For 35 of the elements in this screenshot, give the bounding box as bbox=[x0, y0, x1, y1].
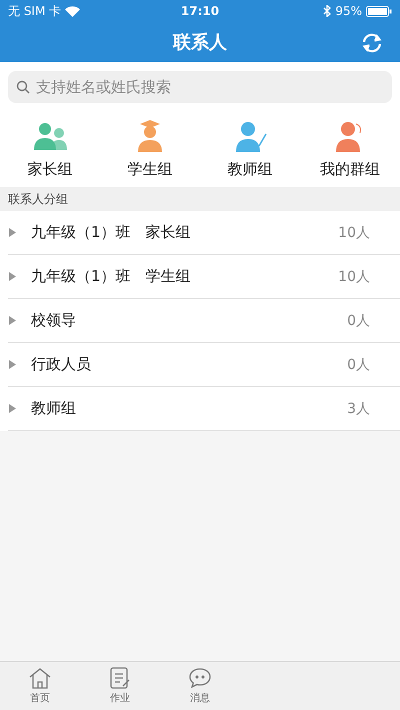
member-count: 3人 bbox=[347, 400, 370, 418]
group-name: 校领导 bbox=[31, 311, 77, 330]
notepad-icon bbox=[108, 667, 132, 689]
wifi-icon bbox=[65, 6, 80, 16]
member-count: 0人 bbox=[347, 356, 370, 374]
group-shortcut[interactable]: 我的群组 bbox=[300, 118, 400, 179]
group-name: 教师组 bbox=[31, 399, 77, 418]
tab-item[interactable]: 作业 bbox=[80, 662, 160, 710]
search-field[interactable]: 支持姓名或姓氏搜索 bbox=[8, 71, 392, 103]
member-count: 10人 bbox=[338, 224, 370, 242]
group-name: 九年级（1）班 学生组 bbox=[31, 267, 192, 286]
group-shortcut[interactable]: 教师组 bbox=[200, 118, 300, 179]
group-name: 九年级（1）班 家长组 bbox=[31, 223, 192, 242]
member-count: 10人 bbox=[338, 268, 370, 286]
group-row[interactable]: 教师组 3人 bbox=[8, 387, 400, 431]
group-name: 行政人员 bbox=[31, 355, 92, 374]
battery-icon bbox=[366, 6, 392, 16]
group-row[interactable]: 九年级（1）班 家长组 10人 bbox=[8, 211, 400, 255]
group-row[interactable]: 行政人员 0人 bbox=[8, 343, 400, 387]
group-row[interactable]: 九年级（1）班 学生组 10人 bbox=[8, 255, 400, 299]
member-count: 0人 bbox=[347, 312, 370, 330]
group-shortcut[interactable]: 学生组 bbox=[100, 118, 200, 179]
refresh-button[interactable] bbox=[360, 31, 384, 55]
group-row[interactable]: 校领导 0人 bbox=[8, 299, 400, 343]
home-icon bbox=[28, 667, 52, 689]
battery-percent: 95% bbox=[335, 4, 362, 18]
tab-item[interactable]: 首页 bbox=[0, 662, 80, 710]
tab-item[interactable]: 消息 bbox=[160, 662, 240, 710]
screen-title: 联系人 bbox=[173, 31, 227, 54]
group-shortcut[interactable]: 家长组 bbox=[0, 118, 100, 179]
section-header: 联系人分组 bbox=[8, 193, 68, 205]
clock-time: 17:10 bbox=[180, 4, 220, 18]
bluetooth-icon bbox=[323, 5, 332, 17]
carrier-label: 无 SIM 卡 bbox=[8, 2, 62, 20]
chat-icon bbox=[188, 667, 212, 689]
